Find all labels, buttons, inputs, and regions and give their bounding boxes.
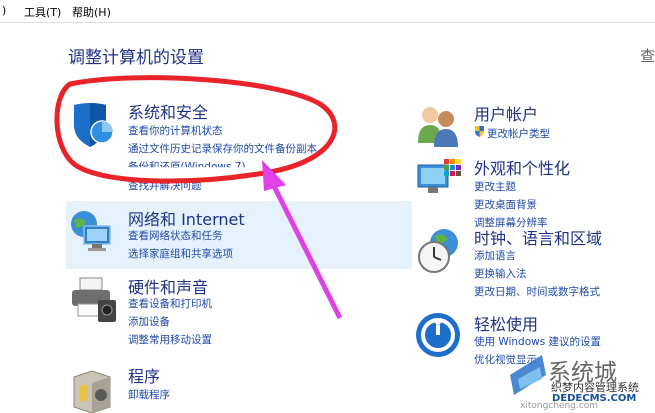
view-by-link[interactable]: 查 [640, 45, 655, 66]
pink-arrow-head [262, 160, 286, 191]
link-homegroup[interactable]: 选择家庭组和共享选项 [128, 246, 233, 261]
link-change-input-method[interactable]: 更换输入法 [474, 266, 527, 281]
shield-icon [74, 103, 114, 147]
link-add-device[interactable]: 添加设备 [128, 314, 170, 329]
programs-box-icon [73, 370, 111, 413]
category-title[interactable]: 网络和 Internet [128, 206, 245, 230]
network-globe-icon [71, 211, 111, 251]
link-change-theme[interactable]: 更改主题 [474, 179, 516, 194]
appearance-icon [417, 159, 461, 193]
link-date-time-format[interactable]: 更改日期、时间或数字格式 [474, 284, 600, 299]
uac-shield-icon [475, 126, 484, 137]
link-add-language[interactable]: 添加语言 [474, 248, 516, 263]
link-troubleshoot[interactable]: 查找并解决问题 [128, 178, 202, 193]
link-change-account-type[interactable]: 更改帐户类型 [487, 126, 550, 141]
link-desktop-background[interactable]: 更改桌面背景 [474, 197, 537, 212]
category-title[interactable]: 时钟、语言和区域 [474, 225, 602, 249]
menu-tools[interactable]: 工具(T) [24, 4, 61, 20]
category-title[interactable]: 轻松使用 [474, 311, 538, 335]
link-backup-restore[interactable]: 备份和还原(Windows 7) [128, 159, 246, 167]
control-panel-window: ) 工具(T) 帮助(H) 调整计算机的设置 查 系统和安全 查看你的计算机状态… [0, 0, 655, 413]
link-file-history[interactable]: 通过文件历史记录保存你的文件备份副本 [128, 141, 317, 156]
category-title[interactable]: 外观和个性化 [474, 155, 570, 179]
link-uninstall[interactable]: 卸载程序 [128, 387, 170, 402]
category-title[interactable]: 硬件和声音 [128, 274, 208, 298]
link-computer-status[interactable]: 查看你的计算机状态 [128, 123, 223, 138]
menu-view-fragment[interactable]: ) [2, 4, 6, 17]
clock-globe-icon [418, 229, 458, 273]
link-network-status[interactable]: 查看网络状态和任务 [128, 228, 223, 243]
link-mobility-settings[interactable]: 调整常用移动设置 [128, 332, 212, 347]
category-title[interactable]: 用户帐户 [474, 101, 538, 125]
page-title: 调整计算机的设置 [68, 48, 204, 68]
category-title[interactable]: 程序 [128, 363, 160, 387]
printer-icon [72, 277, 116, 322]
category-title[interactable]: 系统和安全 [128, 99, 208, 123]
menu-help[interactable]: 帮助(H) [72, 4, 111, 20]
watermark-line3: xitongcheng.com [520, 401, 598, 411]
link-devices-printers[interactable]: 查看设备和打印机 [128, 296, 212, 311]
ease-of-access-icon [416, 313, 460, 357]
menu-bar: ) 工具(T) 帮助(H) [0, 0, 655, 23]
users-icon [418, 107, 458, 147]
